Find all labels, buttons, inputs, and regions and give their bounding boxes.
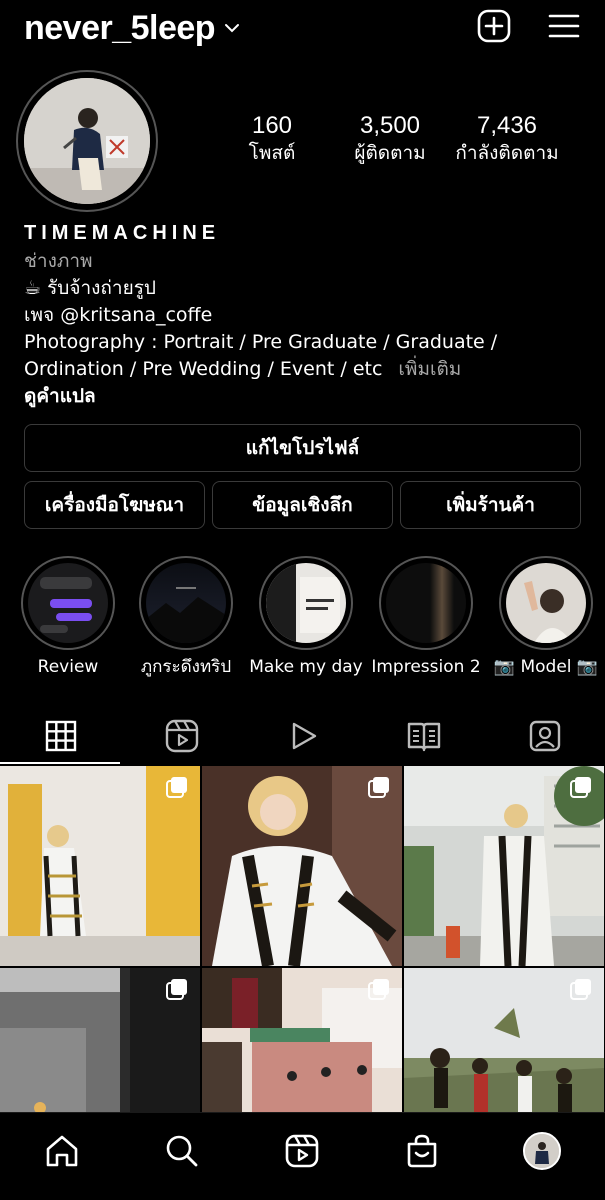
profile-tabs	[0, 708, 605, 764]
multiple-posts-icon	[166, 777, 187, 798]
posts-count[interactable]: 160 โพสต์	[232, 112, 312, 166]
post-thumbnail[interactable]	[202, 766, 402, 966]
bio: TIMEMACHINE ช่างภาพ ☕ รับจ้างถ่ายรูป เพจ…	[24, 218, 584, 410]
bio-line: Photography : Portrait / Pre Graduate / …	[24, 331, 498, 353]
username: never_5leep	[24, 9, 216, 47]
highlight-model[interactable]: 📷 Model 📷	[494, 556, 598, 678]
post-thumbnail[interactable]	[202, 968, 402, 1112]
reels-icon	[285, 1134, 319, 1168]
followers-count[interactable]: 3,500 ผู้ติดตาม	[342, 112, 438, 166]
reels-icon	[165, 719, 198, 753]
video-icon	[292, 722, 316, 750]
nav-reels[interactable]	[282, 1131, 322, 1171]
new-post-icon[interactable]	[476, 8, 512, 44]
multiple-posts-icon	[368, 777, 389, 798]
profile-header: never_5leep	[0, 0, 605, 56]
active-tab-indicator	[0, 762, 120, 764]
post-thumbnail[interactable]	[0, 968, 200, 1112]
display-name: TIMEMACHINE	[24, 222, 221, 244]
bottom-navigation	[0, 1112, 605, 1200]
tab-tagged[interactable]	[484, 708, 605, 764]
highlight-impression-2[interactable]: Impression 2	[371, 556, 481, 678]
bio-line: ☕ รับจ้างถ่ายรูป	[24, 277, 156, 299]
tab-guides[interactable]	[363, 708, 484, 764]
bio-line: เพจ @kritsana_coffe	[24, 304, 213, 326]
grid-icon	[45, 720, 76, 752]
home-icon	[46, 1135, 78, 1167]
multiple-posts-icon	[368, 979, 389, 1000]
multiple-posts-icon	[570, 979, 591, 1000]
menu-icon[interactable]	[546, 8, 582, 44]
edit-profile-button[interactable]: แก้ไขโปรไฟล์	[24, 424, 581, 472]
profile-avatar[interactable]	[24, 78, 150, 204]
see-translation-link[interactable]: ดูคำแปล	[24, 383, 584, 410]
ad-tools-button[interactable]: เครื่องมือโฆษณา	[24, 481, 205, 529]
multiple-posts-icon	[570, 777, 591, 798]
tab-video[interactable]	[242, 708, 363, 764]
post-thumbnail[interactable]	[404, 766, 604, 966]
search-icon	[166, 1135, 198, 1167]
following-count[interactable]: 7,436 กำลังติดตาม	[448, 112, 566, 166]
shop-icon	[407, 1134, 437, 1168]
tagged-icon	[529, 720, 560, 752]
account-switcher[interactable]: never_5leep	[24, 6, 241, 50]
nav-shop[interactable]	[402, 1131, 442, 1171]
chevron-down-icon	[225, 24, 240, 33]
more-link[interactable]: เพิ่มเติม	[398, 358, 461, 380]
nav-search[interactable]	[162, 1131, 202, 1171]
post-thumbnail[interactable]	[404, 968, 604, 1112]
post-thumbnail[interactable]	[0, 766, 200, 966]
insights-button[interactable]: ข้อมูลเชิงลึก	[212, 481, 393, 529]
category: ช่างภาพ	[24, 250, 93, 272]
highlight-review[interactable]: Review	[20, 556, 116, 678]
tab-reels[interactable]	[121, 708, 242, 764]
highlight-phukradueng[interactable]: ภูกระดึงทริป	[138, 556, 234, 678]
add-shop-button[interactable]: เพิ่มร้านค้า	[400, 481, 581, 529]
multiple-posts-icon	[166, 979, 187, 1000]
guides-icon	[407, 722, 440, 752]
bio-line: Ordination / Pre Wedding / Event / etc เพ…	[24, 358, 462, 380]
post-grid	[0, 766, 605, 1112]
tab-grid[interactable]	[0, 708, 121, 764]
nav-home[interactable]	[42, 1131, 82, 1171]
profile-avatar	[523, 1132, 561, 1170]
highlight-make-my-day[interactable]: Make my day	[249, 556, 363, 678]
nav-profile[interactable]	[522, 1131, 562, 1171]
